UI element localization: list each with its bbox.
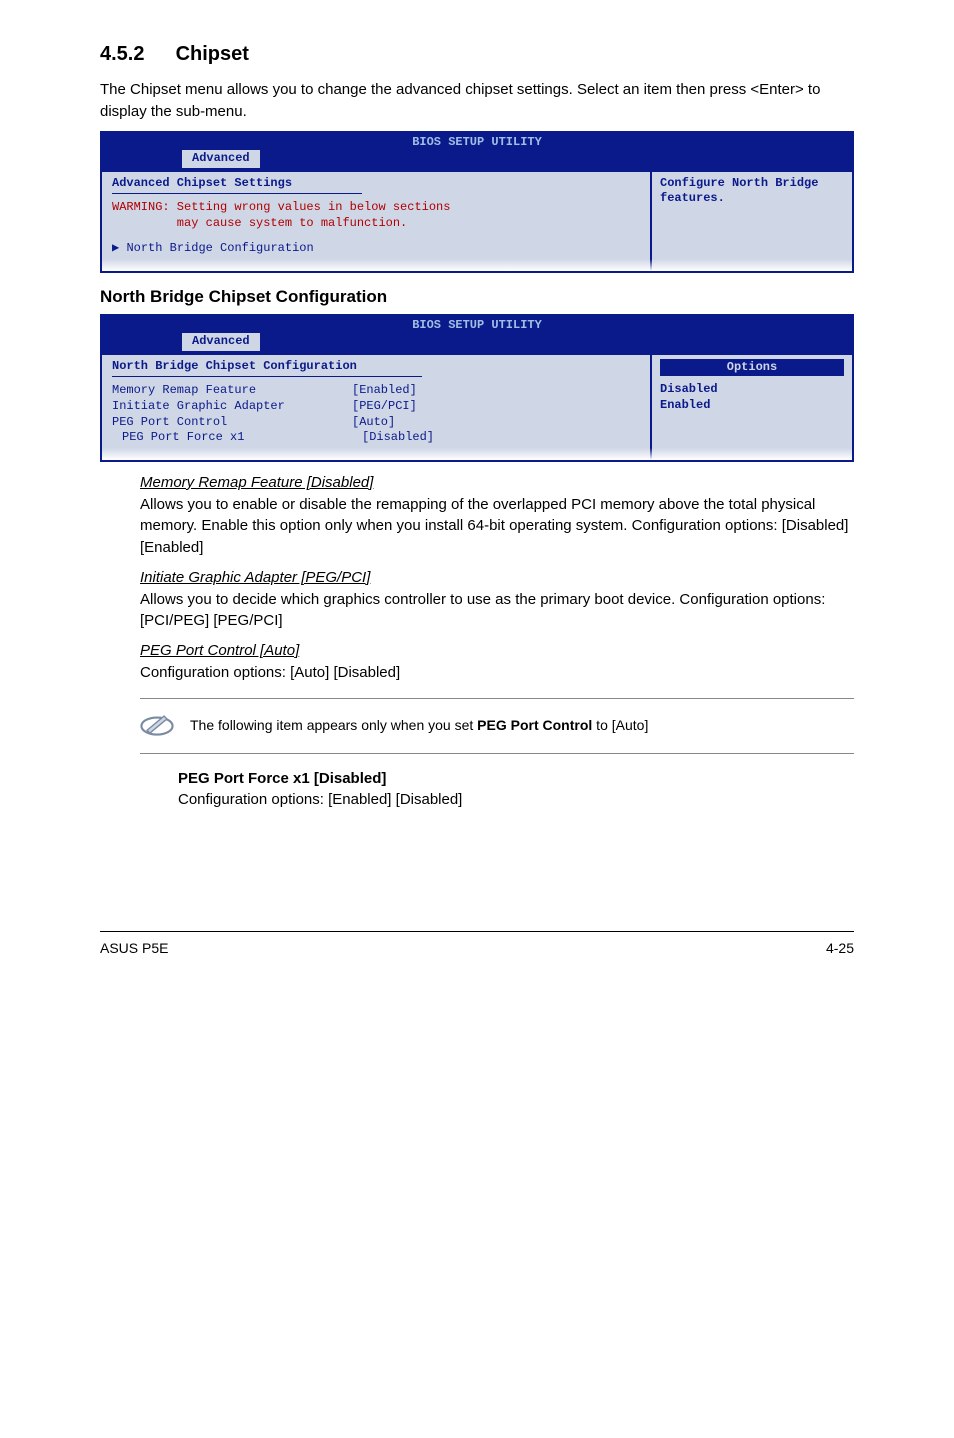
subnote: PEG Port Force x1 [Disabled] Configurati…	[178, 768, 854, 812]
pencil-icon	[140, 709, 174, 743]
note-bold: PEG Port Control	[477, 717, 592, 733]
section-number: 4.5.2	[100, 40, 170, 69]
bios-nav-north-bridge[interactable]: North Bridge Configuration	[112, 241, 640, 257]
bios-row[interactable]: Initiate Graphic Adapter [PEG/PCI]	[112, 399, 640, 415]
bios-row[interactable]: PEG Port Force x1 [Disabled]	[112, 430, 640, 446]
bios-header: BIOS SETUP UTILITY	[102, 316, 852, 334]
intro-paragraph: The Chipset menu allows you to change th…	[100, 79, 854, 123]
bios-side-text: Configure North Bridge features.	[660, 176, 844, 207]
bios-row-value: [PEG/PCI]	[352, 399, 417, 415]
subnote-title: PEG Port Force x1 [Disabled]	[178, 768, 854, 790]
note-text-a: The following item appears only when you…	[190, 717, 477, 733]
bios-row-label: PEG Port Force x1	[122, 430, 362, 446]
explain-title: Memory Remap Feature [Disabled]	[140, 472, 854, 494]
footer-left: ASUS P5E	[100, 938, 168, 958]
bios-row[interactable]: PEG Port Control [Auto]	[112, 415, 640, 431]
subheading: North Bridge Chipset Configuration	[100, 285, 854, 310]
bios-main-title: Advanced Chipset Settings	[112, 176, 640, 192]
bios-main-panel: North Bridge Chipset Configuration Memor…	[102, 355, 652, 460]
bios-warning: WARMING: Setting wrong values in below s…	[112, 200, 640, 231]
bios-row-label: Initiate Graphic Adapter	[112, 399, 352, 415]
explain-title: PEG Port Control [Auto]	[140, 640, 854, 662]
bios-main-title: North Bridge Chipset Configuration	[112, 359, 640, 375]
bios-side-panel: Options Disabled Enabled	[652, 355, 852, 460]
bios-row[interactable]: Memory Remap Feature [Enabled]	[112, 383, 640, 399]
bios-panel-2: BIOS SETUP UTILITY Advanced North Bridge…	[100, 314, 854, 462]
bios-tab-row: Advanced	[102, 333, 852, 353]
bios-side-panel: Configure North Bridge features.	[652, 172, 852, 271]
explain-title: Initiate Graphic Adapter [PEG/PCI]	[140, 567, 854, 589]
note-callout: The following item appears only when you…	[140, 698, 854, 754]
options-box-title: Options	[660, 359, 844, 377]
page-footer: ASUS P5E 4-25	[100, 931, 854, 958]
bios-row-value: [Disabled]	[362, 430, 434, 446]
explain-body: Allows you to enable or disable the rema…	[140, 494, 854, 559]
option-enabled[interactable]: Enabled	[660, 398, 844, 414]
bios-tab-row: Advanced	[102, 150, 852, 170]
note-text-b: to [Auto]	[592, 717, 648, 733]
note-text: The following item appears only when you…	[190, 715, 648, 735]
bios-tab-advanced[interactable]: Advanced	[182, 150, 260, 168]
footer-right: 4-25	[826, 938, 854, 958]
bios-main-panel: Advanced Chipset Settings WARMING: Setti…	[102, 172, 652, 271]
explanation-block: Memory Remap Feature [Disabled] Allows y…	[140, 472, 854, 684]
bios-row-label: PEG Port Control	[112, 415, 352, 431]
subnote-body: Configuration options: [Enabled] [Disabl…	[178, 789, 854, 811]
bios-header: BIOS SETUP UTILITY	[102, 133, 852, 151]
explain-body: Configuration options: [Auto] [Disabled]	[140, 662, 854, 684]
option-disabled[interactable]: Disabled	[660, 382, 844, 398]
section-heading: 4.5.2 Chipset	[100, 40, 854, 69]
bios-panel-1: BIOS SETUP UTILITY Advanced Advanced Chi…	[100, 131, 854, 274]
section-title-text: Chipset	[176, 43, 249, 65]
bios-tab-advanced[interactable]: Advanced	[182, 333, 260, 351]
bios-row-label: Memory Remap Feature	[112, 383, 352, 399]
bios-row-value: [Auto]	[352, 415, 395, 431]
explain-body: Allows you to decide which graphics cont…	[140, 589, 854, 633]
bios-row-value: [Enabled]	[352, 383, 417, 399]
